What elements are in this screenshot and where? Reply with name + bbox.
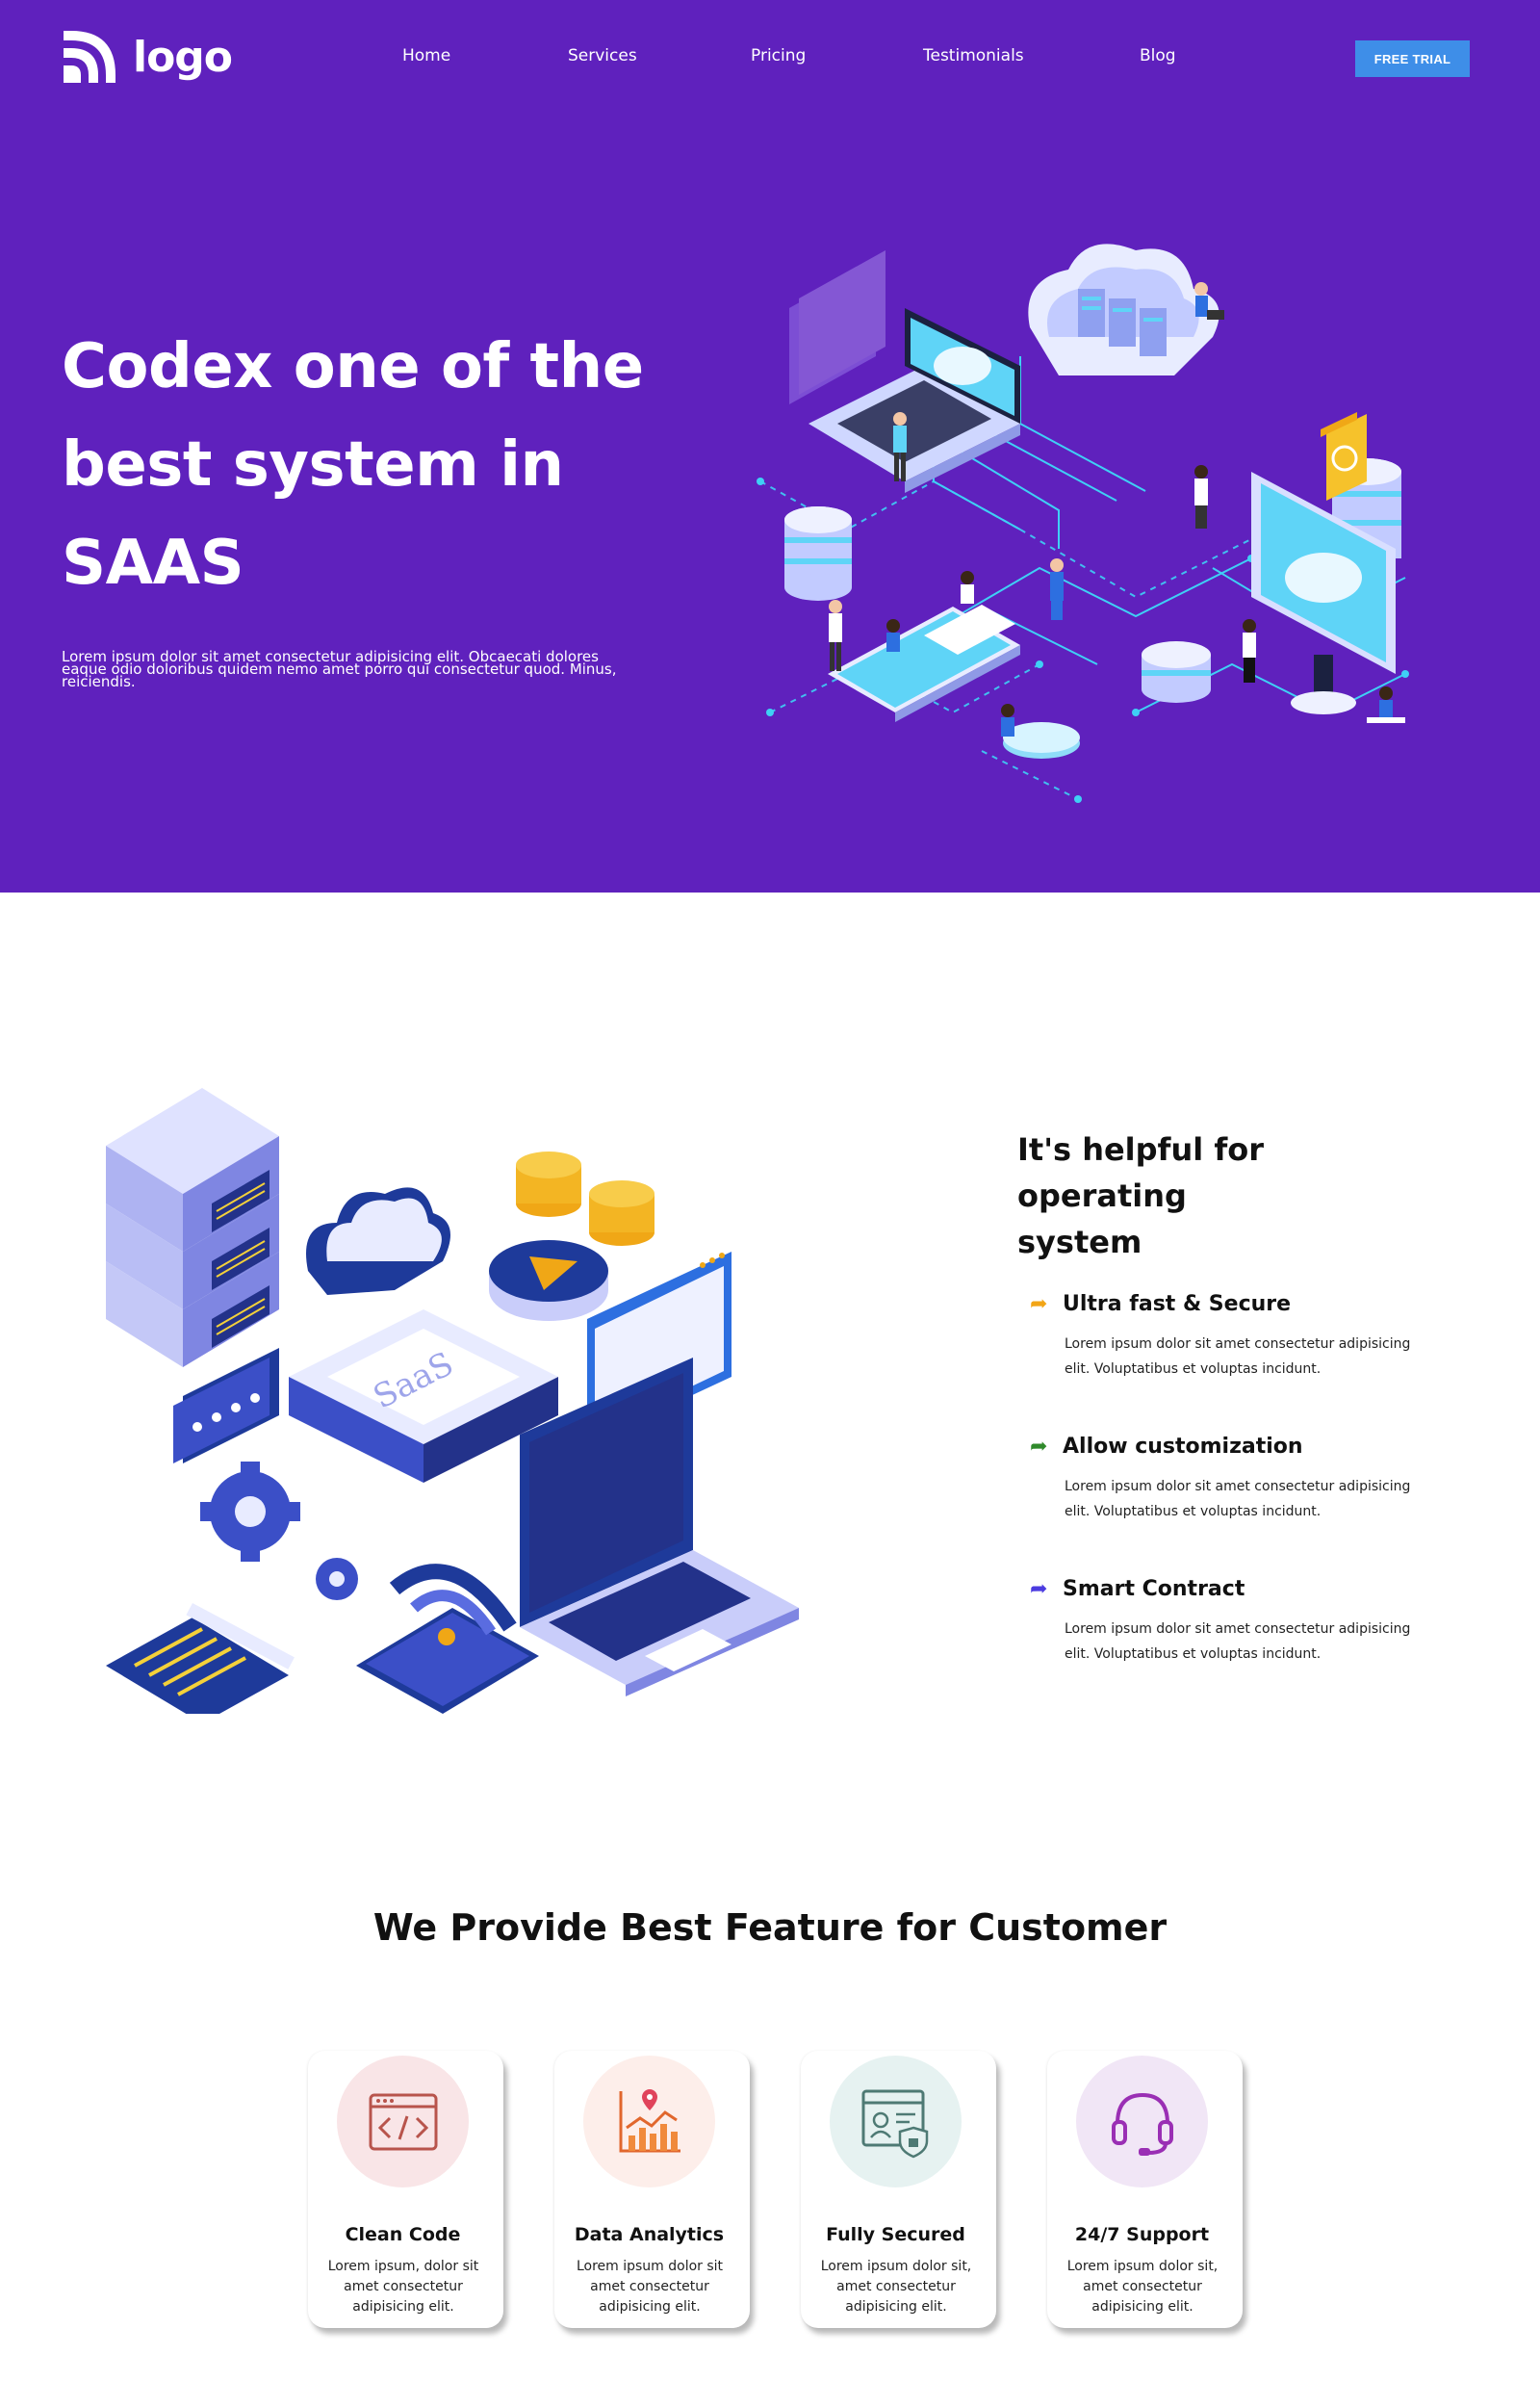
feature-item-ultra-fast: ➦ Ultra fast & Secure Lorem ipsum dolor …	[1030, 1292, 1434, 1382]
card-title: Data Analytics	[574, 2224, 725, 2245]
code-window-icon	[369, 2093, 437, 2150]
features-title: We Provide Best Feature for Customer	[372, 1906, 1168, 1949]
feature-title: Smart Contract	[1063, 1577, 1245, 1601]
nav-link-pricing[interactable]: Pricing	[751, 46, 806, 65]
feature-title: Ultra fast & Secure	[1063, 1292, 1292, 1316]
card-text: Lorem ipsum, dolor sit amet consectetur …	[327, 2259, 479, 2315]
feature-item-customization: ➦ Allow customization Lorem ipsum dolor …	[1030, 1435, 1434, 1524]
share-arrow-icon: ➦	[1030, 1291, 1048, 1316]
helpful-title-line: system	[1017, 1224, 1142, 1260]
headset-icon	[1111, 2092, 1173, 2156]
analytics-chart-icon	[619, 2088, 680, 2152]
feature-title: Allow customization	[1063, 1435, 1303, 1459]
icon-circle	[337, 2056, 469, 2187]
feature-card-fully-secured[interactable]: Fully Secured Lorem ipsum dolor sit, ame…	[801, 2051, 996, 2328]
free-trial-button[interactable]: FREE TRIAL	[1355, 40, 1470, 77]
hero-title-line: Codex one of the	[62, 331, 644, 402]
feature-card-support[interactable]: 24/7 Support Lorem ipsum dolor sit, amet…	[1047, 2051, 1243, 2328]
feature-text: Lorem ipsum dolor sit amet consectetur a…	[1065, 1336, 1411, 1377]
saas-illustration: SaaS	[106, 1088, 799, 1714]
helpful-title-line: It's helpful for operating	[1017, 1131, 1265, 1214]
card-text: Lorem ipsum dolor sit, amet consectetur …	[1066, 2259, 1219, 2315]
icon-circle	[583, 2056, 715, 2187]
nav-link-services[interactable]: Services	[568, 46, 637, 65]
main-nav: Home Services Pricing Testimonials Blog	[0, 46, 1540, 69]
card-title: 24/7 Support	[1074, 2224, 1210, 2245]
feature-text: Lorem ipsum dolor sit amet consectetur a…	[1065, 1479, 1411, 1519]
hero-network-illustration	[757, 244, 1409, 803]
feature-item-smart-contract: ➦ Smart Contract Lorem ipsum dolor sit a…	[1030, 1577, 1434, 1667]
helpful-title: It's helpful for operating system	[1017, 1126, 1441, 1265]
card-title: Fully Secured	[826, 2224, 965, 2245]
nav-link-home[interactable]: Home	[402, 46, 450, 65]
share-arrow-icon: ➦	[1030, 1576, 1048, 1601]
hero-section: logo Home Services Pricing Testimonials …	[0, 0, 1540, 893]
nav-link-testimonials[interactable]: Testimonials	[923, 46, 1024, 65]
hero-title-line: best system in	[62, 429, 564, 501]
feature-card-clean-code[interactable]: Clean Code Lorem ipsum, dolor sit amet c…	[308, 2051, 503, 2328]
card-text: Lorem ipsum dolor sit, amet consectetur …	[820, 2259, 972, 2315]
secure-shield-icon	[861, 2089, 928, 2158]
hero-title-line: SAAS	[62, 528, 244, 599]
card-text: Lorem ipsum dolor sit amet consectetur a…	[576, 2259, 724, 2315]
feature-text: Lorem ipsum dolor sit amet consectetur a…	[1065, 1621, 1411, 1662]
hero-title: Codex one of the best system in SAAS	[62, 318, 658, 612]
feature-card-data-analytics[interactable]: Data Analytics Lorem ipsum dolor sit ame…	[554, 2051, 750, 2328]
icon-circle	[830, 2056, 962, 2187]
share-arrow-icon: ➦	[1030, 1434, 1048, 1459]
hero-description: Lorem ipsum dolor sit amet consectetur a…	[62, 648, 617, 690]
card-title: Clean Code	[345, 2224, 461, 2245]
nav-link-blog[interactable]: Blog	[1140, 46, 1176, 65]
icon-circle	[1076, 2056, 1208, 2187]
